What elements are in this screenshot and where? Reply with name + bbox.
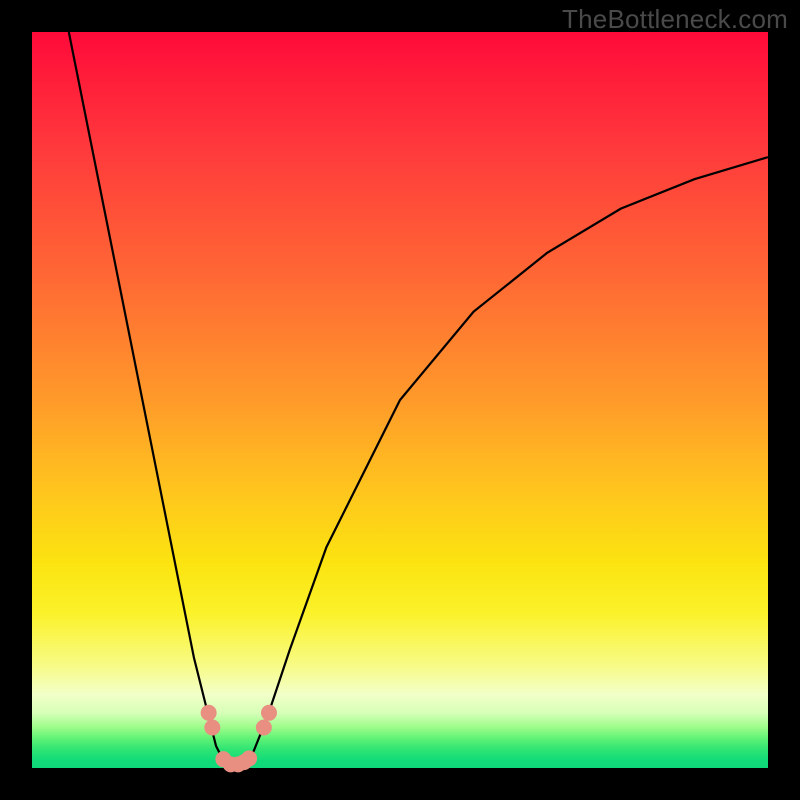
- curve-layer: [32, 32, 768, 768]
- curve-marker: [201, 705, 217, 721]
- bottleneck-curve: [69, 32, 768, 768]
- curve-markers: [201, 705, 277, 773]
- curve-marker: [256, 720, 272, 736]
- curve-marker: [204, 720, 220, 736]
- curve-marker: [241, 750, 257, 766]
- plot-area: [32, 32, 768, 768]
- chart-frame: TheBottleneck.com: [0, 0, 800, 800]
- curve-marker: [261, 705, 277, 721]
- watermark-text: TheBottleneck.com: [562, 4, 788, 35]
